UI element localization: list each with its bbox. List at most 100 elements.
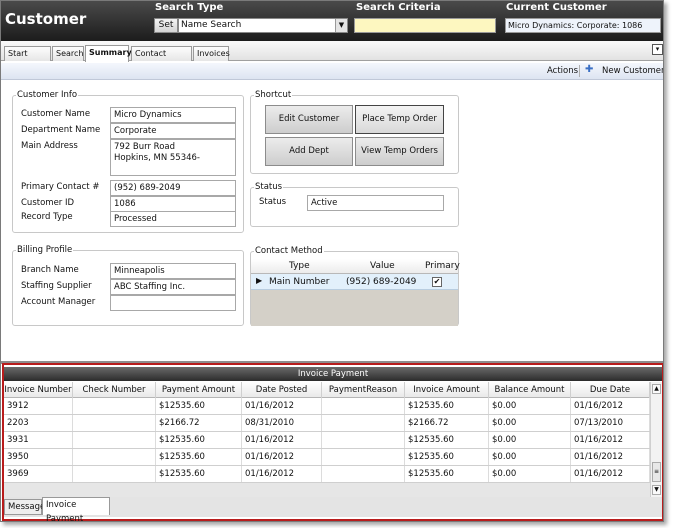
col-invoice-amount[interactable]: Invoice Amount xyxy=(405,382,489,398)
contact-type-cell: Main Number xyxy=(269,277,330,287)
dropdown-arrow-icon[interactable]: ▼ xyxy=(335,19,347,32)
status-field[interactable]: Active xyxy=(307,195,444,211)
date-posted-cell: 01/16/2012 xyxy=(242,432,322,448)
col-check-number[interactable]: Check Number xyxy=(73,382,156,398)
staffing-supplier-label: Staffing Supplier xyxy=(21,281,92,291)
primary-checkbox[interactable]: ✔ xyxy=(432,277,442,287)
customer-id-field[interactable]: 1086 xyxy=(110,196,236,212)
due-date-cell: 07/13/2010 xyxy=(571,415,650,431)
due-date-cell: 01/16/2012 xyxy=(571,466,650,482)
primary-contact-label: Primary Contact # xyxy=(21,182,100,192)
tab-invoices[interactable]: Invoices xyxy=(193,46,230,61)
staffing-supplier-field[interactable]: ABC Staffing Inc. xyxy=(110,279,236,295)
table-row[interactable]: 3912 $12535.60 01/16/2012 $12535.60 $0.00 01/… xyxy=(4,398,650,415)
payment-amount-cell: $12535.60 xyxy=(156,466,242,482)
col-type: Type xyxy=(289,261,310,271)
place-temp-order-button[interactable]: Place Temp Order xyxy=(355,105,444,134)
app-title: Customer xyxy=(5,10,87,28)
action-bar: Actions ✚ New Customer xyxy=(1,63,663,80)
due-date-cell: 01/16/2012 xyxy=(571,449,650,465)
check-number-cell xyxy=(73,398,156,414)
status-title: Status xyxy=(254,182,284,192)
tab-menu-icon[interactable]: ▾ xyxy=(652,44,663,55)
actions-menu[interactable]: Actions xyxy=(547,66,578,76)
toolbar-divider xyxy=(579,65,580,77)
date-posted-cell: 01/16/2012 xyxy=(242,398,322,414)
col-payment-amount[interactable]: Payment Amount xyxy=(156,382,242,398)
table-row[interactable]: 3950 $12535.60 01/16/2012 $12535.60 $0.00 01/… xyxy=(4,449,650,466)
invoice-grid-header: Invoice Number Check Number Payment Amou… xyxy=(4,382,650,398)
col-primary: Primary xyxy=(425,261,460,271)
customer-id-label: Customer ID xyxy=(21,198,75,208)
payment-reason-cell xyxy=(322,449,405,465)
shortcut-title: Shortcut xyxy=(254,90,293,100)
col-date-posted[interactable]: Date Posted xyxy=(242,382,322,398)
invoice-payment-title: Invoice Payment xyxy=(4,367,662,381)
invoice-number-cell: 2203 xyxy=(4,415,73,431)
search-criteria-input[interactable] xyxy=(354,18,496,33)
date-posted-cell: 01/16/2012 xyxy=(242,466,322,482)
col-value: Value xyxy=(370,261,395,271)
invoice-number-cell: 3950 xyxy=(4,449,73,465)
customer-name-label: Customer Name xyxy=(21,109,91,119)
tab-search[interactable]: Search xyxy=(52,46,84,61)
department-name-field[interactable]: Corporate xyxy=(110,123,236,139)
tab-invoice-payment[interactable]: Invoice Payment xyxy=(42,497,110,521)
due-date-cell: 01/16/2012 xyxy=(571,398,650,414)
col-balance-amount[interactable]: Balance Amount xyxy=(489,382,571,398)
date-posted-cell: 08/31/2010 xyxy=(242,415,322,431)
record-type-field[interactable]: Processed xyxy=(110,211,236,227)
add-dept-button[interactable]: Add Dept xyxy=(265,137,353,166)
customer-name-field[interactable]: Micro Dynamics xyxy=(110,107,236,123)
col-invoice-number[interactable]: Invoice Number xyxy=(4,382,73,398)
tab-bar: Start Page Search Summary Contact Roles … xyxy=(1,41,663,71)
table-row[interactable]: 3969 $12535.60 01/16/2012 $12535.60 $0.00 01/… xyxy=(4,466,650,483)
contact-method-grid: Type Value Primary ▶ Main Number (952) 6… xyxy=(251,259,460,326)
tab-summary[interactable]: Summary xyxy=(85,45,132,62)
check-number-cell xyxy=(73,432,156,448)
account-manager-label: Account Manager xyxy=(21,297,96,307)
record-type-label: Record Type xyxy=(21,212,73,222)
branch-name-field[interactable]: Minneapolis xyxy=(110,263,236,279)
tab-start-page[interactable]: Start Page xyxy=(4,46,51,71)
edit-customer-button[interactable]: Edit Customer xyxy=(265,105,353,134)
contact-method-title: Contact Method xyxy=(254,246,324,256)
search-type-label: Search Type xyxy=(155,2,224,13)
payment-reason-cell xyxy=(322,398,405,414)
search-type-select[interactable]: Name Search ▼ xyxy=(178,18,348,33)
payment-amount-cell: $12535.60 xyxy=(156,432,242,448)
bottom-tab-bar: Message Invoice Payment xyxy=(4,497,662,521)
main-address-field[interactable]: 792 Burr Road Hopkins, MN 55346- xyxy=(110,139,236,176)
new-customer-icon[interactable]: ✚ xyxy=(585,64,593,75)
col-payment-reason[interactable]: PaymentReason xyxy=(322,382,405,398)
tab-contact-roles[interactable]: Contact Roles xyxy=(131,46,192,71)
branch-name-label: Branch Name xyxy=(21,265,79,275)
due-date-cell: 01/16/2012 xyxy=(571,432,650,448)
contact-row[interactable]: ▶ Main Number (952) 689-2049 ✔ xyxy=(251,274,458,290)
balance-amount-cell: $0.00 xyxy=(489,415,571,431)
search-criteria-label: Search Criteria xyxy=(356,2,441,13)
payment-reason-cell xyxy=(322,466,405,482)
billing-profile-title: Billing Profile xyxy=(16,245,74,255)
new-customer-button[interactable]: New Customer xyxy=(602,66,663,76)
primary-contact-field[interactable]: (952) 689-2049 xyxy=(110,180,236,196)
table-row[interactable]: 2203 $2166.72 08/31/2010 $2166.72 $0.00 07/13… xyxy=(4,415,650,432)
header-bar: Customer Search Type Set Name Search ▼ Se… xyxy=(1,1,663,41)
col-due-date[interactable]: Due Date xyxy=(571,382,650,398)
contact-value-cell: (952) 689-2049 xyxy=(346,277,417,287)
payment-reason-cell xyxy=(322,432,405,448)
view-temp-orders-button[interactable]: View Temp Orders xyxy=(355,137,444,166)
customer-info-title: Customer Info xyxy=(16,90,79,100)
scroll-thumb[interactable]: ≡ xyxy=(652,462,661,482)
table-row[interactable]: 3931 $12535.60 01/16/2012 $12535.60 $0.00 01/… xyxy=(4,432,650,449)
scroll-up-icon[interactable]: ▲ xyxy=(652,384,661,394)
set-button[interactable]: Set xyxy=(154,18,178,33)
main-address-label: Main Address xyxy=(21,141,78,151)
scroll-down-icon[interactable]: ▼ xyxy=(652,485,661,495)
tab-message[interactable]: Message xyxy=(4,499,45,515)
date-posted-cell: 01/16/2012 xyxy=(242,449,322,465)
search-type-value: Name Search xyxy=(181,20,242,30)
invoice-scrollbar[interactable]: ▲ ≡ ▼ xyxy=(650,382,662,497)
account-manager-field[interactable] xyxy=(110,295,236,311)
customer-window: Customer Search Type Set Name Search ▼ Se… xyxy=(0,0,664,522)
